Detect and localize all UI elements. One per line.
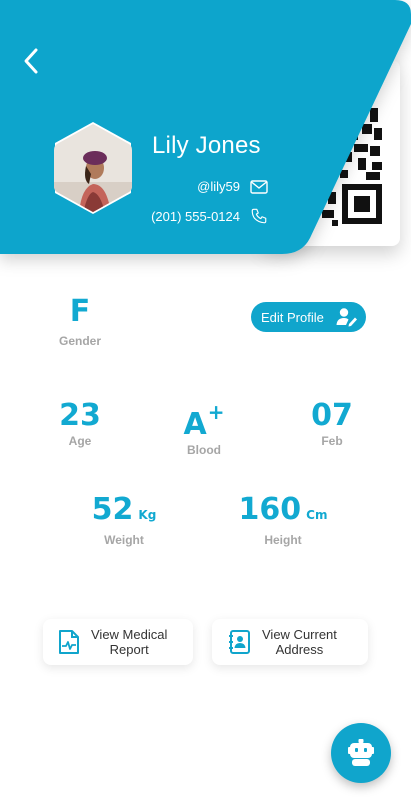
gender-stat: F Gender <box>40 294 120 349</box>
qr-code-card[interactable] <box>262 60 400 246</box>
height-unit: Cm <box>306 508 328 522</box>
weight-label: Weight <box>104 533 144 547</box>
blood-value: A <box>183 407 207 442</box>
view-current-address-button[interactable]: View Current Address <box>212 619 368 665</box>
weight-stat: 52 Kg Weight <box>84 492 164 548</box>
robot-icon <box>348 739 374 766</box>
height-value: 160 <box>238 492 302 527</box>
address-label-line1: View Current <box>262 627 337 642</box>
medical-report-label-line2: Report <box>109 642 149 657</box>
phone-icon <box>251 208 267 224</box>
mail-icon <box>250 179 268 194</box>
blood-sign: + <box>207 400 225 424</box>
profile-name: Lily Jones <box>152 132 261 159</box>
phone-text: (201) 555-0124 <box>151 208 240 224</box>
edit-profile-button[interactable]: Edit Profile <box>251 302 366 332</box>
weight-value: 52 <box>91 492 134 527</box>
medical-report-icon <box>59 630 79 654</box>
blood-label: Blood <box>187 443 221 457</box>
email-row[interactable]: @lily59 <box>197 179 268 194</box>
birth-day-stat: 07 Feb <box>292 398 372 449</box>
height-stat: 160 Cm Height <box>236 492 330 548</box>
height-label: Height <box>264 533 302 547</box>
birth-month-label: Feb <box>321 434 343 448</box>
weight-unit: Kg <box>138 508 157 522</box>
chevron-left-icon <box>24 48 38 74</box>
age-label: Age <box>68 434 92 448</box>
blood-stat: A+ Blood <box>164 400 244 457</box>
username-text: @lily59 <box>197 179 240 194</box>
phone-row[interactable]: (201) 555-0124 <box>151 207 268 225</box>
age-stat: 23 Age <box>40 398 120 449</box>
user-edit-icon <box>336 308 357 327</box>
medical-report-label-line1: View Medical <box>91 627 168 642</box>
back-button[interactable] <box>14 44 48 78</box>
qr-code <box>308 104 382 226</box>
gender-value: F <box>69 294 91 329</box>
address-label-line2: Address <box>275 642 324 657</box>
age-value: 23 <box>59 398 101 433</box>
edit-profile-label: Edit Profile <box>261 309 324 325</box>
assistant-button[interactable] <box>331 723 391 783</box>
gender-label: Gender <box>58 334 101 348</box>
birth-day-value: 07 <box>311 398 353 433</box>
avatar[interactable] <box>53 122 133 214</box>
view-medical-report-button[interactable]: View Medical Report <box>43 619 193 665</box>
address-book-icon <box>229 630 250 654</box>
